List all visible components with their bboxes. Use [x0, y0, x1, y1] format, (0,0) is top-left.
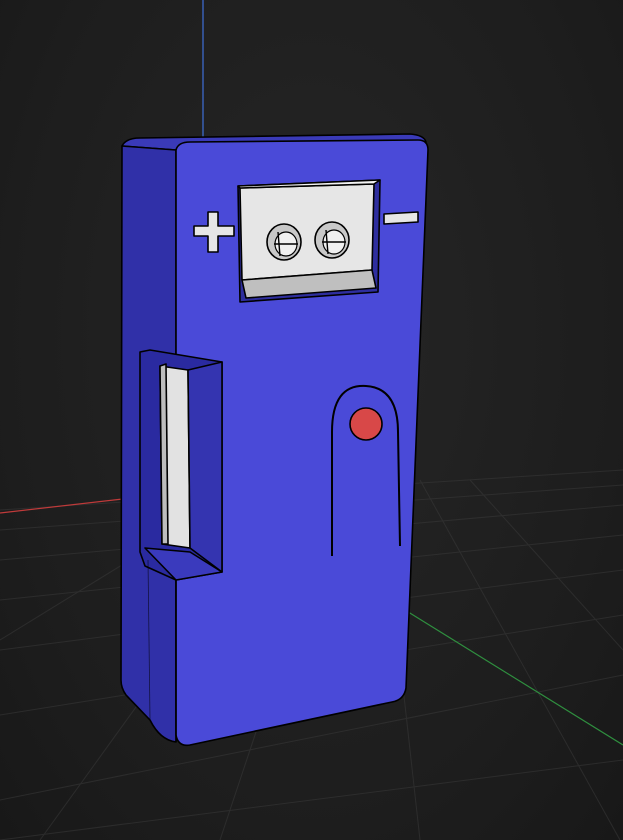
- side-slot-rail-edge: [159, 363, 169, 545]
- red-button[interactable]: [349, 407, 383, 441]
- minus-symbol-icon: [383, 211, 419, 225]
- y-axis-line: [404, 609, 623, 746]
- enclosure-model[interactable]: [120, 133, 429, 747]
- terminal-screw-1[interactable]: [266, 223, 302, 261]
- terminal-block[interactable]: [239, 183, 375, 281]
- x-axis-line: [0, 496, 141, 514]
- scene-canvas[interactable]: [0, 0, 623, 840]
- terminal-screw-2[interactable]: [314, 221, 350, 259]
- 3d-viewport[interactable]: [0, 0, 623, 840]
- side-slot-front-edge: [187, 361, 223, 573]
